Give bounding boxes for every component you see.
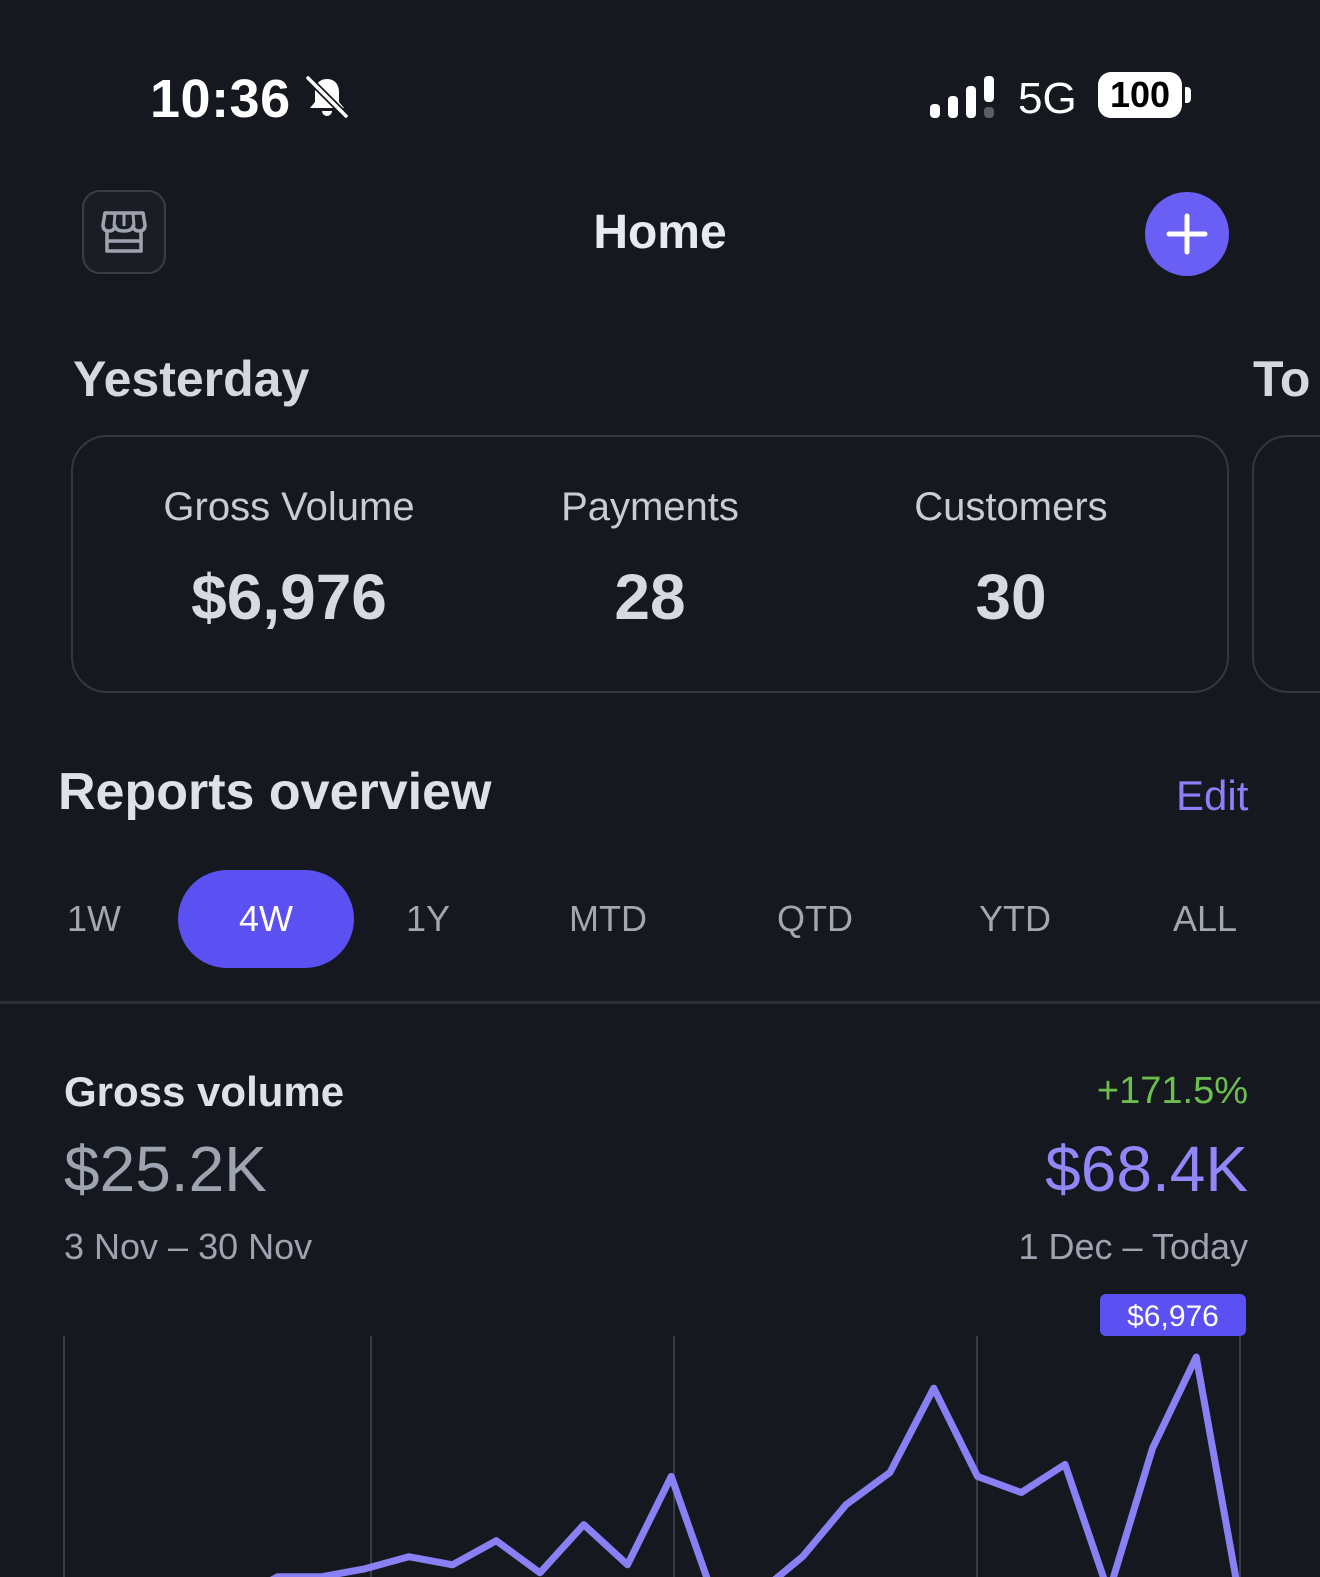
gross-volume-chart[interactable]: $6,976	[0, 1280, 1320, 1577]
peak-value-label: $6,976	[1100, 1294, 1246, 1336]
edit-reports-link[interactable]: Edit	[1176, 772, 1248, 820]
peak-label-text: $6,976	[1127, 1300, 1219, 1333]
tab-qtd[interactable]: QTD	[755, 870, 875, 968]
stat-customers: Customers 30	[841, 485, 1181, 634]
stat-label: Gross Volume	[163, 485, 415, 529]
plus-icon	[1166, 213, 1208, 255]
battery-indicator: 100	[1098, 72, 1182, 118]
network-type: 5G	[1018, 74, 1077, 123]
page-title: Home	[593, 206, 727, 259]
metric-title: Gross volume	[64, 1068, 345, 1115]
tab-1w[interactable]: 1W	[44, 870, 144, 968]
tab-4w[interactable]: 4W	[178, 870, 354, 968]
tab-mtd[interactable]: MTD	[548, 870, 668, 968]
metric-change-badge: +171.5%	[1096, 1070, 1248, 1112]
period-tabs: 1W 4W 1Y MTD QTD YTD ALL	[0, 870, 1320, 970]
previous-period-value: $25.2K	[64, 1133, 267, 1205]
stat-value: 28	[614, 561, 686, 633]
current-period-range: 1 Dec – Today	[1018, 1226, 1248, 1267]
next-summary-section-label: To	[1253, 351, 1311, 407]
home-screen: 10:36 5G 100 Home Yesterday To Gross Vol…	[0, 0, 1320, 1577]
stat-gross-volume: Gross Volume $6,976	[119, 485, 459, 634]
tab-1y[interactable]: 1Y	[378, 870, 478, 968]
bell-slash-icon	[305, 75, 349, 119]
stat-label: Customers	[914, 485, 1108, 529]
signal-bars-icon	[930, 76, 994, 118]
status-bar: 10:36 5G 100	[0, 60, 1320, 140]
current-period-line	[269, 1353, 1240, 1577]
tab-all[interactable]: ALL	[1150, 870, 1260, 968]
tab-ytd[interactable]: YTD	[955, 870, 1075, 968]
chart-gridlines	[63, 1336, 1241, 1577]
add-button[interactable]	[1145, 192, 1229, 276]
reports-title: Reports overview	[58, 763, 492, 821]
stat-value: $6,976	[191, 561, 387, 633]
stat-label: Payments	[561, 485, 739, 529]
previous-period-range: 3 Nov – 30 Nov	[64, 1226, 313, 1267]
section-divider	[0, 1001, 1320, 1004]
yesterday-summary-card[interactable]: Gross Volume $6,976 Payments 28 Customer…	[71, 435, 1229, 693]
current-period-value: $68.4K	[1045, 1133, 1248, 1205]
battery-tip	[1185, 87, 1191, 103]
stat-value: 30	[975, 561, 1047, 633]
summary-section-label: Yesterday	[73, 351, 310, 407]
stat-payments: Payments 28	[480, 485, 820, 634]
status-time: 10:36	[150, 69, 291, 129]
today-summary-card[interactable]	[1252, 435, 1320, 693]
